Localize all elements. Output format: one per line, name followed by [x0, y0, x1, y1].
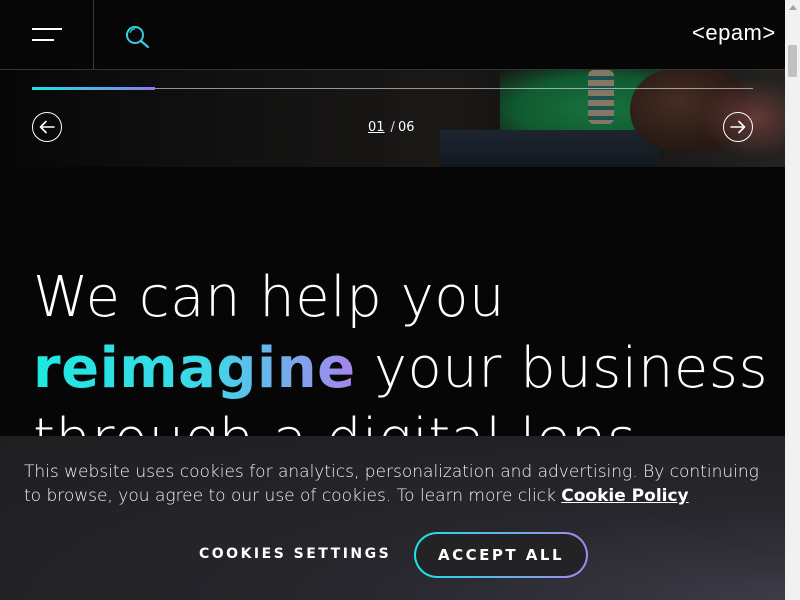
site-header: <epam>	[0, 0, 785, 70]
accept-all-button[interactable]: ACCEPT ALL	[414, 532, 588, 578]
slider-prev-button[interactable]	[32, 112, 62, 142]
scrollbar-thumb[interactable]	[788, 45, 797, 77]
page-scrollbar[interactable]	[785, 0, 800, 600]
cookie-policy-link[interactable]: Cookie Policy	[561, 486, 688, 506]
hamburger-menu-icon-line	[32, 39, 54, 41]
cookies-settings-button[interactable]: COOKIES SETTINGS	[199, 546, 391, 562]
hamburger-menu-icon	[32, 28, 62, 30]
cookie-message: This website uses cookies for analytics,…	[24, 460, 769, 508]
headline-line-1: We can help you	[33, 265, 505, 330]
slider-progress-fill	[32, 87, 155, 90]
scroll-up-icon[interactable]	[789, 5, 797, 10]
headline-accent-word: reimagine	[33, 336, 356, 401]
hero-slider: 01 /06	[0, 70, 785, 167]
hero-image-overlay	[0, 70, 785, 167]
menu-button[interactable]	[0, 0, 94, 69]
slide-counter: 01 /06	[368, 120, 414, 135]
slide-total: 06	[397, 120, 415, 135]
cookie-banner: This website uses cookies for analytics,…	[0, 436, 785, 600]
epam-logo[interactable]: <epam>	[692, 20, 776, 46]
slider-next-button[interactable]	[723, 112, 753, 142]
search-icon	[126, 26, 150, 49]
arrow-right-icon	[730, 120, 746, 134]
slide-current[interactable]: 01	[368, 120, 385, 135]
search-button[interactable]	[124, 24, 152, 50]
headline-line-2: your business	[355, 336, 769, 401]
arrow-left-icon	[39, 120, 55, 134]
slide-separator: /	[390, 120, 395, 135]
